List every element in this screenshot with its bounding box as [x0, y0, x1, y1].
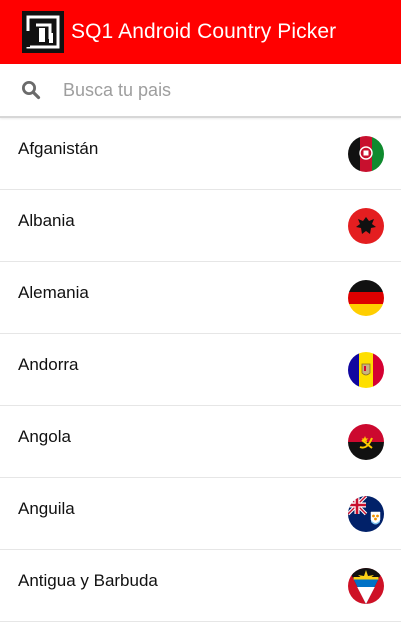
anguilla-flag-icon	[348, 495, 384, 532]
afghanistan-flag-icon	[348, 135, 384, 172]
search-input[interactable]	[63, 72, 383, 108]
antigua-and-barbuda-flag-icon	[348, 567, 384, 604]
country-list[interactable]: Afganistán Albania Alemania Andorra Ango…	[0, 118, 401, 631]
country-row-germany[interactable]: Alemania	[0, 262, 401, 334]
country-row-angola[interactable]: Angola	[0, 406, 401, 478]
country-name: Antigua y Barbuda	[18, 570, 158, 590]
country-row-andorra[interactable]: Andorra	[0, 334, 401, 406]
sq1-logo-icon	[22, 11, 64, 53]
angola-flag-icon	[348, 423, 384, 460]
country-name: Anguila	[18, 498, 75, 518]
country-name: Albania	[18, 210, 75, 230]
search-icon	[22, 81, 41, 100]
country-name: Angola	[18, 426, 71, 446]
search-bar	[0, 64, 401, 118]
germany-flag-icon	[348, 279, 384, 316]
country-row-albania[interactable]: Albania	[0, 190, 401, 262]
country-name: Alemania	[18, 282, 89, 302]
andorra-flag-icon	[348, 351, 384, 388]
app-title: SQ1 Android Country Picker	[71, 20, 337, 43]
country-row-antigua-and-barbuda[interactable]: Antigua y Barbuda	[0, 550, 401, 622]
app-bar: SQ1 Android Country Picker	[0, 0, 401, 64]
country-row-afghanistan[interactable]: Afganistán	[0, 118, 401, 190]
country-name: Afganistán	[18, 138, 99, 158]
country-row-anguilla[interactable]: Anguila	[0, 478, 401, 550]
albania-flag-icon	[348, 207, 384, 244]
country-name: Andorra	[18, 354, 79, 374]
